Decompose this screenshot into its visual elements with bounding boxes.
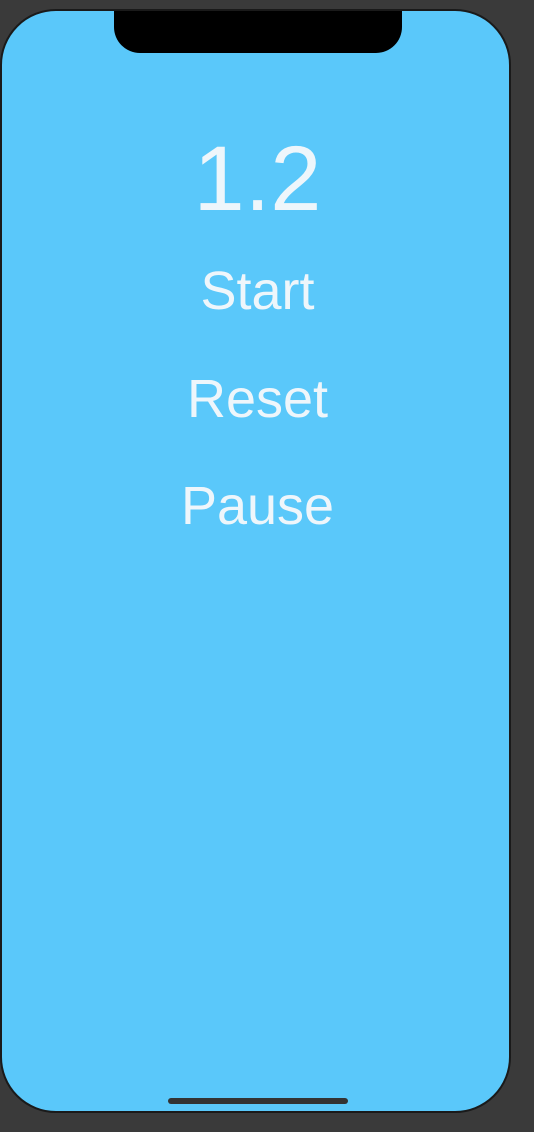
stopwatch-view: 1.2 Start Reset Pause [2, 11, 509, 1111]
pause-button[interactable]: Pause [2, 474, 509, 538]
phone-screen: 1.2 Start Reset Pause [0, 9, 511, 1113]
start-button[interactable]: Start [2, 259, 509, 323]
reset-button[interactable]: Reset [2, 367, 509, 431]
home-indicator[interactable] [168, 1098, 348, 1104]
timer-display: 1.2 [193, 128, 322, 230]
